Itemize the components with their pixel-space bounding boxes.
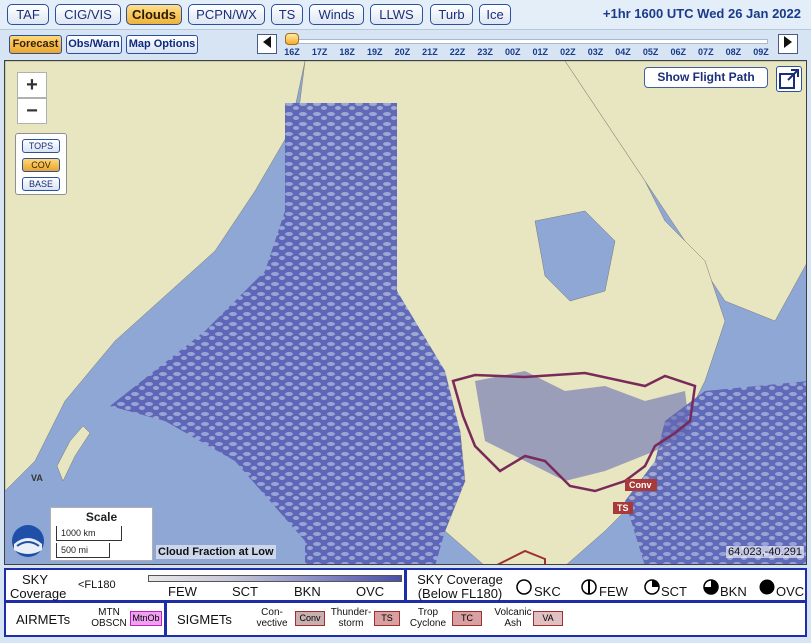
tab-cig-vis[interactable]: CIG/VIS bbox=[55, 4, 121, 25]
time-tick[interactable]: 19Z bbox=[367, 47, 383, 57]
airmets-legend: AIRMETs MTN OBSCN MtnOb bbox=[4, 601, 166, 637]
obs-warn-button[interactable]: Obs/Warn bbox=[66, 35, 122, 54]
time-tick[interactable]: 05Z bbox=[643, 47, 659, 57]
time-tick[interactable]: 23Z bbox=[477, 47, 493, 57]
sky-symbols-legend: SKY Coverage (Below FL180) SKC FEW SCT B… bbox=[405, 568, 807, 602]
sky-below-title: SKY Coverage (Below FL180) bbox=[417, 572, 503, 601]
time-tick[interactable]: 18Z bbox=[339, 47, 355, 57]
ovc-icon bbox=[759, 579, 775, 595]
legend: SKY Coverage <FL180 FEW SCT BKN OVC SKY … bbox=[4, 568, 807, 640]
time-tick[interactable]: 21Z bbox=[422, 47, 438, 57]
scale-km: 1000 km bbox=[56, 526, 122, 541]
time-tick[interactable]: 00Z bbox=[505, 47, 521, 57]
map-canvas bbox=[5, 61, 806, 564]
next-time-button[interactable] bbox=[778, 34, 798, 54]
mtn-obscn-label: MTN OBSCN bbox=[91, 607, 127, 629]
base-layer-button[interactable]: BASE bbox=[22, 177, 60, 191]
symbol-few: FEW bbox=[599, 584, 628, 599]
sigmet-volcanic-ash-label: Volcanic Ash bbox=[494, 607, 532, 629]
sigmets-label: SIGMETs bbox=[177, 612, 232, 627]
tab-ts[interactable]: TS bbox=[271, 4, 303, 25]
show-flight-path-button[interactable]: Show Flight Path bbox=[644, 67, 768, 88]
time-slider[interactable]: 16Z 17Z 18Z 19Z 20Z 21Z 22Z 23Z 00Z 01Z 02Z 03Z 04Z 0… bbox=[279, 31, 774, 60]
sigmet-volcanic-ash-box: VA bbox=[533, 611, 563, 626]
expand-icon bbox=[779, 69, 799, 89]
tab-ice[interactable]: Ice bbox=[479, 4, 511, 25]
mode-and-time-bar: Forecast Obs/Warn Map Options 16Z 17Z 18Z 1… bbox=[0, 31, 811, 60]
time-tick[interactable]: 20Z bbox=[395, 47, 411, 57]
sct-icon bbox=[644, 579, 660, 595]
tab-taf[interactable]: TAF bbox=[7, 4, 49, 25]
map-options-button[interactable]: Map Options bbox=[126, 35, 198, 54]
place-label-va: VA bbox=[31, 473, 43, 483]
prev-time-button[interactable] bbox=[257, 34, 277, 54]
sigmet-thunderstorm-label: Thunder- storm bbox=[330, 607, 372, 629]
forecast-button[interactable]: Forecast bbox=[9, 35, 62, 54]
sigmet-conv-label: Conv bbox=[629, 480, 652, 490]
sigmet-trop-cyclone-box: TC bbox=[452, 611, 482, 626]
tab-llws[interactable]: LLWS bbox=[370, 4, 423, 25]
time-tick[interactable]: 02Z bbox=[560, 47, 576, 57]
layer-toggle-group: TOPS COV BASE bbox=[15, 133, 67, 195]
mtn-obscn-box: MtnOb bbox=[130, 611, 162, 626]
coverage-bkn: BKN bbox=[294, 584, 321, 599]
few-icon bbox=[581, 579, 597, 595]
cursor-coordinates: 64.023,-40.291 bbox=[725, 546, 804, 558]
noaa-logo-icon bbox=[12, 525, 44, 557]
coverage-few: FEW bbox=[168, 584, 197, 599]
expand-map-button[interactable] bbox=[776, 66, 802, 92]
scale-box: Scale 1000 km 500 mi bbox=[50, 507, 153, 561]
time-slider-track bbox=[285, 39, 768, 44]
coverage-sct: SCT bbox=[232, 584, 258, 599]
time-slider-handle[interactable] bbox=[285, 33, 299, 45]
time-tick[interactable]: 04Z bbox=[615, 47, 631, 57]
time-tick[interactable]: 06Z bbox=[670, 47, 686, 57]
time-tick[interactable]: 08Z bbox=[726, 47, 742, 57]
symbol-bkn: BKN bbox=[720, 584, 747, 599]
scale-title: Scale bbox=[85, 510, 118, 524]
tab-turb[interactable]: Turb bbox=[430, 4, 473, 25]
tops-layer-button[interactable]: TOPS bbox=[22, 139, 60, 153]
time-tick[interactable]: 01Z bbox=[533, 47, 549, 57]
valid-time: +1hr 1600 UTC Wed 26 Jan 2022 bbox=[602, 6, 801, 21]
map-product-label: Cloud Fraction at Low bbox=[156, 545, 276, 559]
product-tab-bar: TAF CIG/VIS Clouds PCPN/WX TS Winds LLWS… bbox=[0, 0, 811, 30]
symbol-sct: SCT bbox=[661, 584, 687, 599]
zoom-out-button[interactable]: − bbox=[17, 98, 47, 124]
symbol-ovc: OVC bbox=[776, 584, 805, 599]
noaa-logo bbox=[11, 524, 45, 558]
tab-clouds[interactable]: Clouds bbox=[126, 4, 182, 25]
sigmet-convective-box: Conv bbox=[295, 611, 325, 626]
sigmet-trop-cyclone-label: Trop Cyclone bbox=[409, 607, 447, 629]
time-tick[interactable]: 22Z bbox=[450, 47, 466, 57]
cov-layer-button[interactable]: COV bbox=[22, 158, 60, 172]
scale-mi: 500 mi bbox=[56, 543, 110, 558]
time-tick[interactable]: 03Z bbox=[588, 47, 604, 57]
sky-coverage-legend: SKY Coverage <FL180 FEW SCT BKN OVC bbox=[4, 568, 406, 602]
time-tick[interactable]: 16Z bbox=[284, 47, 300, 57]
time-tick[interactable]: 09Z bbox=[753, 47, 769, 57]
sigmets-legend: SIGMETs Con- vective Conv Thunder- storm… bbox=[165, 601, 807, 637]
triangle-right-icon bbox=[784, 36, 792, 48]
sigmet-thunderstorm-box: TS bbox=[374, 611, 400, 626]
time-tick[interactable]: 07Z bbox=[698, 47, 714, 57]
airmets-label: AIRMETs bbox=[16, 612, 71, 627]
sigmet-ts-label: TS bbox=[617, 503, 629, 513]
coverage-gradient bbox=[148, 575, 402, 582]
tab-winds[interactable]: Winds bbox=[309, 4, 364, 25]
map-view[interactable]: VA Conv TS + − TOPS COV BASE Show Flight… bbox=[4, 60, 807, 565]
coverage-ovc: OVC bbox=[356, 584, 385, 599]
sky-coverage-title: SKY Coverage bbox=[10, 572, 67, 601]
skc-icon bbox=[516, 579, 532, 595]
triangle-left-icon bbox=[263, 36, 271, 48]
fl180-label: <FL180 bbox=[78, 579, 116, 591]
time-tick[interactable]: 17Z bbox=[312, 47, 328, 57]
zoom-in-button[interactable]: + bbox=[17, 72, 47, 98]
symbol-skc: SKC bbox=[534, 584, 561, 599]
tab-pcpn-wx[interactable]: PCPN/WX bbox=[188, 4, 265, 25]
sigmet-convective-label: Con- vective bbox=[256, 607, 288, 629]
